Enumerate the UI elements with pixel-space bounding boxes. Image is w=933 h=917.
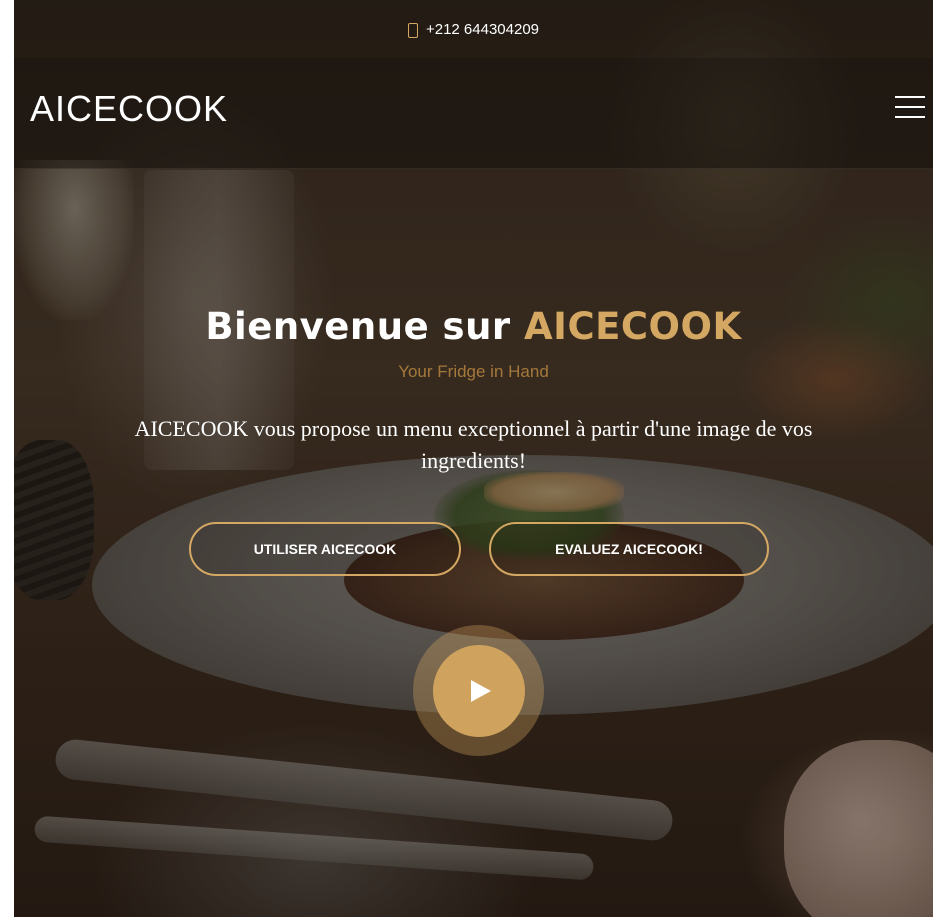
phone-icon [407,22,418,38]
hero-title: Bienvenue sur AICECOOK [14,305,933,348]
header: AICECOOK [14,58,933,169]
page-frame: +212 644304209 AICECOOK Bienvenue sur AI… [14,0,933,917]
logo[interactable]: AICECOOK [30,88,228,130]
hero-description: AICECOOK vous propose un menu exceptionn… [134,416,813,473]
phone-number[interactable]: +212 644304209 [426,21,539,38]
hero-title-prefix: Bienvenue sur [205,305,525,348]
top-bar: +212 644304209 [14,0,933,58]
rate-aicecook-button[interactable]: EVALUEZ AICECOOK! [489,522,769,576]
play-video-button[interactable] [413,625,544,756]
use-aicecook-button[interactable]: UTILISER AICECOOK [189,522,461,576]
hamburger-menu-icon[interactable] [895,96,925,122]
menu-line [895,116,925,118]
menu-line [895,96,925,98]
play-icon [470,679,491,702]
menu-line [895,106,925,108]
play-button-core [432,644,525,737]
hero-subtitle: Your Fridge in Hand [398,362,549,381]
hero-title-accent: AICECOOK [524,305,742,348]
